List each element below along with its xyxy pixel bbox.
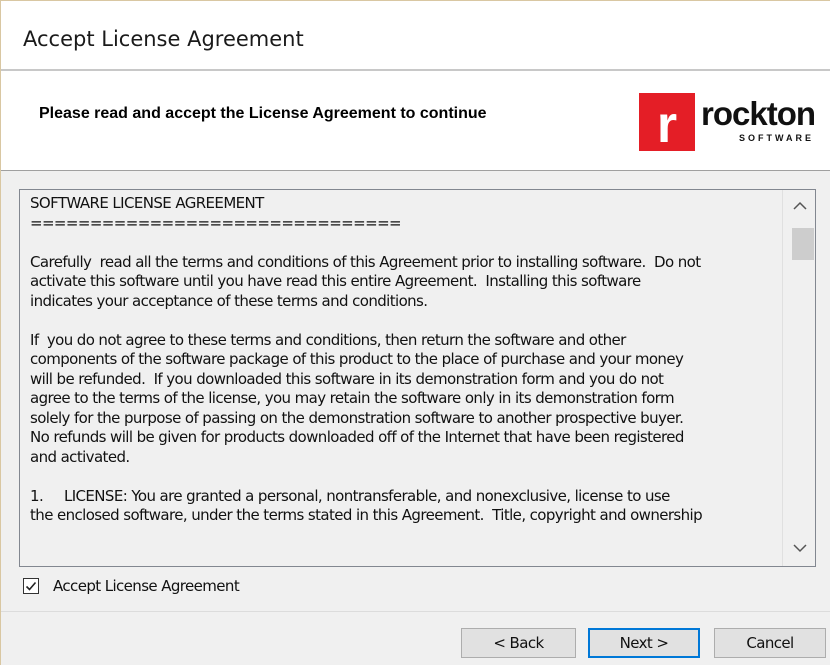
back-button[interactable]: < Back <box>461 628 576 658</box>
next-button[interactable]: Next > <box>588 628 700 658</box>
license-dialog: Accept License Agreement Please read and… <box>0 0 830 665</box>
license-text-box[interactable]: SOFTWARE LICENSE AGREEMENT =============… <box>19 189 816 567</box>
window-title: Accept License Agreement <box>23 27 304 51</box>
cancel-button[interactable]: Cancel <box>714 628 826 658</box>
vertical-scrollbar[interactable] <box>782 190 815 566</box>
logo-subtitle: SOFTWARE <box>739 133 814 143</box>
header-instruction: Please read and accept the License Agree… <box>39 105 487 122</box>
title-bar: Accept License Agreement <box>1 1 830 71</box>
rockton-logo: r rockton SOFTWARE <box>639 93 824 153</box>
logo-letter-mark: r <box>639 93 695 151</box>
license-agreement-text: SOFTWARE LICENSE AGREEMENT =============… <box>30 194 703 524</box>
logo-wordmark: rockton <box>701 95 816 132</box>
accept-row[interactable]: Accept License Agreement <box>23 574 240 598</box>
footer-divider <box>1 611 830 612</box>
accept-checkbox[interactable] <box>23 578 39 594</box>
scrollbar-thumb[interactable] <box>792 228 814 260</box>
accept-label[interactable]: Accept License Agreement <box>53 577 240 595</box>
header-band: Please read and accept the License Agree… <box>1 71 830 171</box>
chevron-up-icon[interactable] <box>783 192 815 222</box>
chevron-down-icon[interactable] <box>783 534 815 564</box>
checkmark-icon <box>25 581 37 591</box>
